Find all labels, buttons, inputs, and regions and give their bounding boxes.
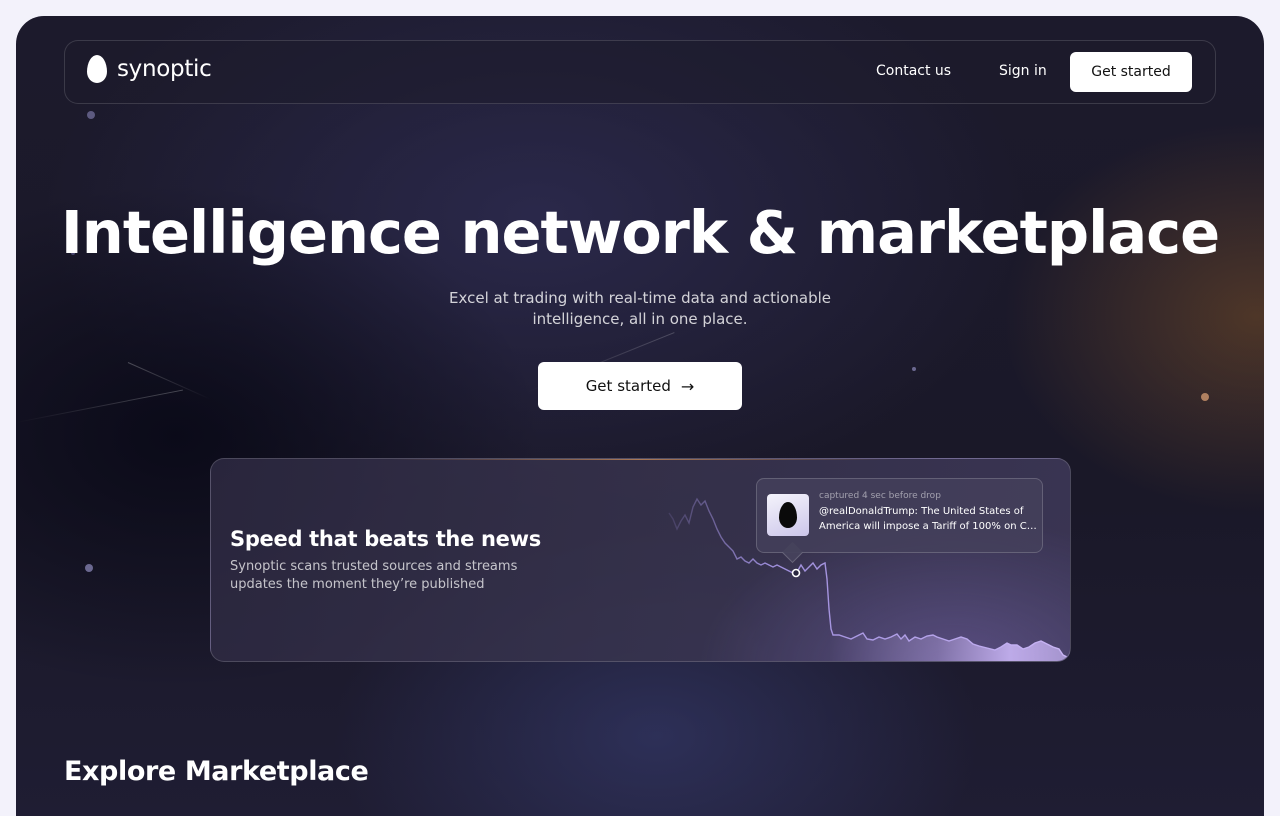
captured-tweet-tooltip: captured 4 sec before drop @realDonaldTr… [756, 478, 1043, 564]
tooltip-text: @realDonaldTrump: The United States of A… [819, 504, 1037, 534]
decor-dot [912, 367, 916, 371]
feature-card: Speed that beats the news Synoptic scans… [210, 458, 1071, 662]
brand-name: synoptic [117, 56, 212, 82]
chart-marker [791, 568, 801, 578]
tooltip-meta: captured 4 sec before drop [819, 491, 941, 501]
arrow-right-icon: → [680, 376, 695, 396]
decor-dot [85, 564, 93, 572]
decor-streak [16, 389, 183, 423]
hero-cta-label: Get started [585, 377, 671, 395]
avatar [767, 494, 809, 536]
tooltip-line-1: @realDonaldTrump: The United States of [819, 506, 1024, 517]
brand-logo[interactable]: synoptic [87, 55, 212, 83]
page-frame: synoptic Contact us Sign in Get started … [16, 16, 1264, 816]
top-nav: synoptic Contact us Sign in Get started [64, 40, 1216, 104]
hero-subtitle: Excel at trading with real-time data and… [449, 289, 831, 328]
decor-streak [127, 362, 211, 400]
egg-avatar-icon [779, 502, 797, 528]
decor-dot [87, 111, 95, 119]
hero-get-started-button[interactable]: Get started → [538, 362, 742, 410]
tooltip-line-2: America will impose a Tariff of 100% on … [819, 521, 1037, 532]
decor-dot [1201, 393, 1209, 401]
egg-logo-icon [87, 55, 107, 83]
contact-us-link[interactable]: Contact us [876, 63, 951, 79]
nav-get-started-button[interactable]: Get started [1070, 52, 1192, 92]
sign-in-link[interactable]: Sign in [999, 63, 1047, 79]
hero-title: Intelligence network & marketplace [60, 198, 1220, 267]
marketplace-title: Explore Marketplace [64, 756, 369, 787]
